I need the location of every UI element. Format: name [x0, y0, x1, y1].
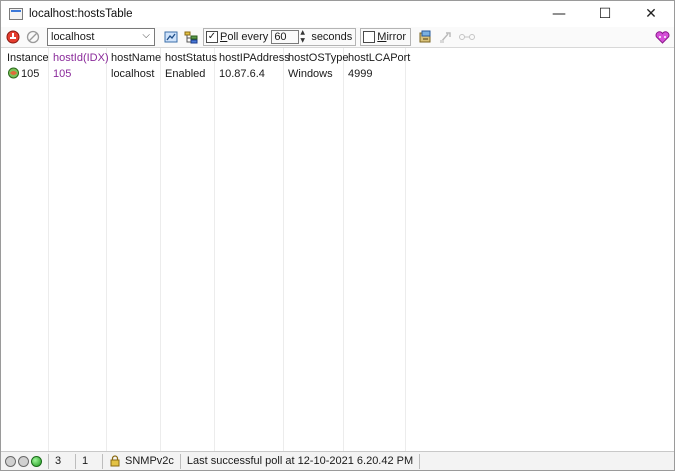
host-select[interactable]: localhost ⌵ [47, 28, 155, 46]
column-header-instance[interactable]: Instance [7, 52, 49, 64]
poll-group: ✓ Poll every 60 ▲ ▼ seconds [203, 28, 357, 46]
mirror-checkbox[interactable] [363, 31, 376, 43]
heart-icon[interactable] [654, 29, 670, 45]
export-icon[interactable] [417, 29, 433, 45]
close-button[interactable]: ✕ [628, 1, 674, 27]
column-header-hostname[interactable]: hostName [111, 52, 161, 64]
spin-up-icon[interactable]: ▲ [300, 30, 308, 36]
table-column [49, 48, 107, 451]
tree-view-icon[interactable] [183, 29, 199, 45]
window-controls: — ☐ ✕ [536, 1, 674, 27]
status-light-yellow-icon [18, 455, 29, 467]
status-divider [48, 453, 49, 469]
maximize-button[interactable]: ☐ [582, 1, 628, 27]
table-column [1, 48, 49, 451]
column-header-hostid[interactable]: hostId(IDX) [53, 52, 109, 64]
table-column [344, 48, 406, 451]
cell-instance[interactable]: 105 [21, 68, 39, 80]
cell-hostipaddress[interactable]: 10.87.6.4 [219, 68, 265, 80]
chevron-down-icon: ⌵ [142, 30, 150, 41]
status-count-a: 3 [55, 455, 62, 467]
table-column [215, 48, 284, 451]
instance-row-icon [7, 67, 20, 79]
status-count-b: 1 [82, 455, 89, 467]
mirror-group: Mirror [360, 28, 412, 46]
spin-down-icon[interactable]: ▼ [300, 38, 308, 44]
column-header-hostostype[interactable]: hostOSType [288, 52, 349, 64]
poll-interval-input[interactable]: 60 [271, 30, 300, 44]
poll-checkbox[interactable]: ✓ [206, 31, 218, 43]
minimize-button[interactable]: — [536, 1, 582, 27]
stop-poll-icon[interactable] [5, 29, 21, 45]
status-divider [102, 453, 103, 469]
table-column [284, 48, 344, 451]
lock-icon [109, 455, 121, 467]
column-header-hostlcaport[interactable]: hostLCAPort [348, 52, 410, 64]
cell-hoststatus[interactable]: Enabled [165, 68, 205, 80]
column-header-hoststatus[interactable]: hostStatus [165, 52, 217, 64]
column-header-hostipaddress[interactable]: hostIPAddress [219, 52, 290, 64]
status-protocol: SNMPv2c [125, 455, 174, 467]
window-title: localhost:hostsTable [29, 8, 133, 20]
hosts-table[interactable]: Instance hostId(IDX) hostName hostStatus… [1, 47, 674, 451]
disabled-tool-icon[interactable] [437, 29, 453, 45]
status-light-green-icon [31, 455, 42, 467]
cell-hostid[interactable]: 105 [53, 68, 71, 80]
window-app-icon [9, 8, 23, 20]
poll-interval-stepper[interactable]: ▲ ▼ [300, 30, 308, 44]
disabled-circle-icon[interactable] [25, 29, 41, 45]
refresh-view-icon[interactable] [163, 29, 179, 45]
status-divider [75, 453, 76, 469]
table-column [161, 48, 215, 451]
status-light-red-icon [5, 455, 16, 467]
status-message: Last successful poll at 12-10-2021 6.20.… [186, 455, 414, 467]
status-divider [419, 453, 421, 469]
poll-unit-label: seconds [311, 31, 353, 43]
mirror-label: Mirror [377, 31, 407, 43]
status-bar: 3 1 SNMPv2c Last successful poll at 12-1… [1, 451, 674, 470]
app-window: localhost:hostsTable — ☐ ✕ localhost ⌵ ✓… [0, 0, 675, 471]
table-column [107, 48, 161, 451]
cell-hostname[interactable]: localhost [111, 68, 154, 80]
poll-label: Poll every [220, 31, 269, 43]
cell-hostlcaport[interactable]: 4999 [348, 68, 372, 80]
status-divider [179, 453, 181, 469]
cell-hostostype[interactable]: Windows [288, 68, 333, 80]
host-select-value: localhost [51, 31, 95, 43]
disabled-link-icon[interactable] [457, 29, 477, 45]
toolbar: localhost ⌵ ✓ Poll every 60 ▲ ▼ seconds M… [1, 27, 674, 47]
title-bar[interactable]: localhost:hostsTable — ☐ ✕ [1, 1, 674, 27]
